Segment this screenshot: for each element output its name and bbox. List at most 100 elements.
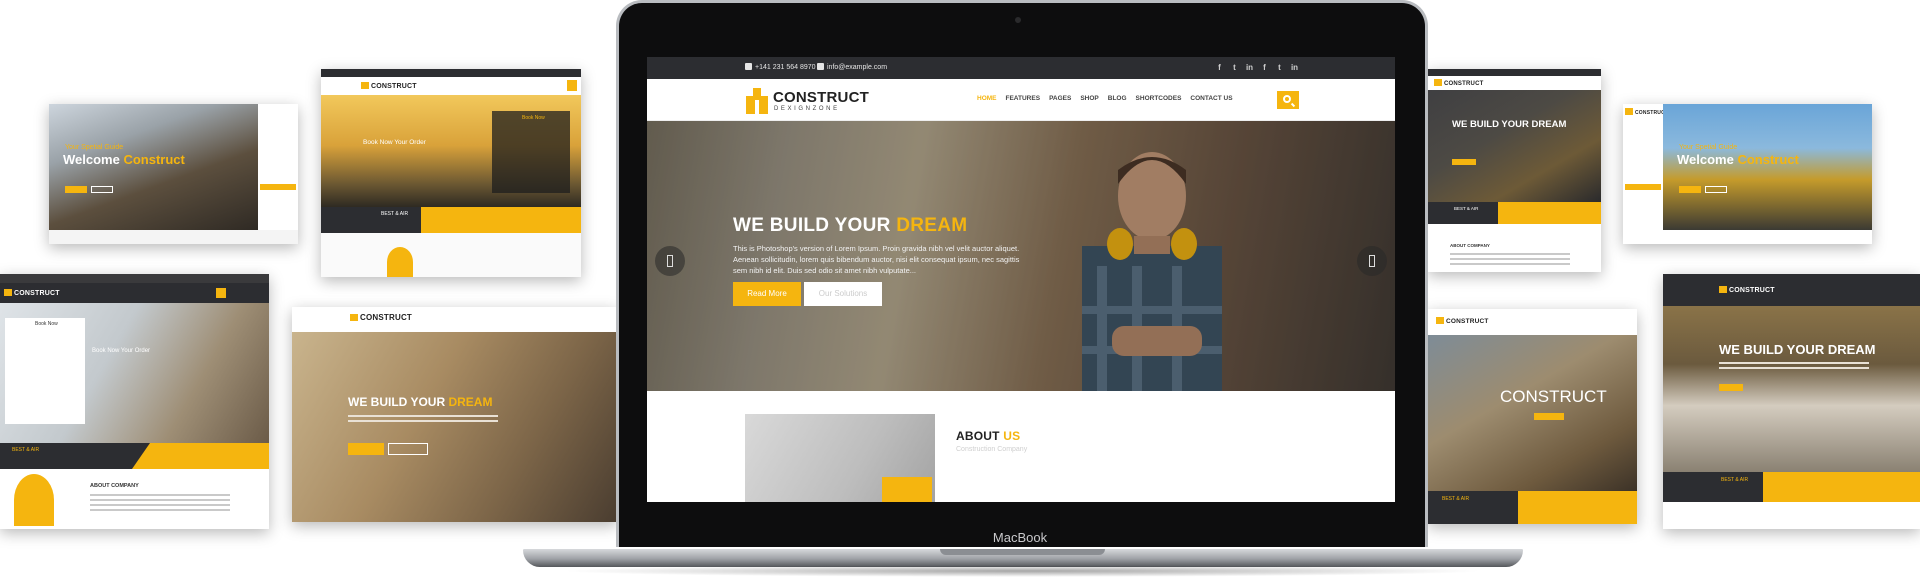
social-links: f t in f t in xyxy=(1215,62,1299,73)
worker-photo xyxy=(14,474,54,526)
preview-button-outline xyxy=(1705,186,1727,193)
form-title: Book Now xyxy=(522,115,545,121)
twitter-icon[interactable]: t xyxy=(1230,62,1239,73)
preview-button xyxy=(1534,413,1564,420)
logo-text[interactable]: CONSTRUCT xyxy=(773,89,869,106)
topbar-phone[interactable]: +141 231 564 8970 xyxy=(745,63,816,71)
topbar-email[interactable]: info@example.com xyxy=(817,63,887,71)
linkedin-icon[interactable]: in xyxy=(1290,62,1299,73)
preview-logo: CONSTRUCT xyxy=(4,289,60,297)
nav-item-features[interactable]: FEATURES xyxy=(1006,95,1041,102)
search-icon xyxy=(1283,95,1291,103)
chevron-right-icon xyxy=(1369,255,1375,267)
booking-form: Book Now xyxy=(5,318,85,424)
hero-title: WE BUILD YOUR DREAM xyxy=(733,215,968,236)
preview-title: Book Now Your Order xyxy=(363,139,426,146)
preview-navbar: CONSTRUCT xyxy=(1428,76,1601,90)
preview-logo: CONSTRUCT xyxy=(350,313,412,322)
about-accent-block xyxy=(882,477,932,502)
about-subtitle: Construction Company xyxy=(956,446,1028,453)
preview-logo: CONSTRUCT xyxy=(1625,108,1668,116)
nav-item-pages[interactable]: PAGES xyxy=(1049,95,1071,102)
preview-button xyxy=(65,186,87,193)
worker-photo xyxy=(387,247,413,277)
preview-title: Welcome Construct xyxy=(63,152,185,167)
hero-photo xyxy=(1663,306,1920,472)
preview-book-now: CONSTRUCT Book Now Your Order Book Now B… xyxy=(321,69,581,277)
phone-icon xyxy=(745,63,752,70)
device-label: MacBook xyxy=(992,530,1048,545)
preview-we-build-far-right: CONSTRUCT WE BUILD YOUR DREAM BEST & AIR xyxy=(1663,274,1920,529)
preview-topbar xyxy=(1428,69,1601,76)
about-title: ABOUT US xyxy=(956,429,1021,443)
nav-item-home[interactable]: HOME xyxy=(977,95,997,102)
preview-button xyxy=(1679,186,1701,193)
hero-photo xyxy=(1428,90,1601,202)
hero-photo xyxy=(1428,335,1637,491)
about-title: ABOUT COMPANY xyxy=(90,483,139,489)
preview-title: WE BUILD YOUR DREAM xyxy=(1719,342,1876,357)
laptop-shadow xyxy=(560,565,1485,577)
preview-title: WE BUILD YOUR DREAM xyxy=(1452,119,1567,130)
preview-button xyxy=(1719,384,1743,391)
preview-button xyxy=(348,443,384,455)
logo-subtext: DEXIGNZONE xyxy=(774,106,840,112)
preview-welcome-right: CONSTRUCT Your Spetial Guide Welcome Con… xyxy=(1623,104,1872,244)
preview-logo: CONSTRUCT xyxy=(1436,317,1489,325)
preview-navbar: CONSTRUCT xyxy=(0,283,269,303)
preview-navbar: CONSTRUCT xyxy=(292,307,617,332)
twitter-icon[interactable]: t xyxy=(1275,62,1284,73)
nav-item-blog[interactable]: BLOG xyxy=(1108,95,1127,102)
preview-subtitle: Your Spetial Guide xyxy=(65,144,124,151)
cta-label: BEST & AIR xyxy=(1454,206,1479,211)
facebook-icon[interactable]: f xyxy=(1215,62,1224,73)
logo-icon[interactable] xyxy=(746,88,768,114)
preview-title: WE BUILD YOUR DREAM xyxy=(348,395,493,409)
preview-navbar: CONSTRUCT xyxy=(1428,309,1637,335)
preview-subtitle: Your Spetial Guide xyxy=(1679,144,1738,151)
site-navbar: CONSTRUCT DEXIGNZONE HOME FEATURES PAGES… xyxy=(647,79,1395,121)
hero-description: This is Photoshop's version of Lorem Ips… xyxy=(733,244,1020,275)
camera-icon xyxy=(1015,17,1021,23)
cta-label: BEST & AIR xyxy=(381,211,409,217)
cta-label: BEST & AIR xyxy=(12,447,40,453)
preview-topbar xyxy=(0,274,269,283)
preview-button xyxy=(1452,159,1476,165)
hero-photo xyxy=(292,332,617,522)
linkedin-icon[interactable]: in xyxy=(1245,62,1254,73)
preview-topbar xyxy=(321,69,581,77)
preview-logo: CONSTRUCT xyxy=(1434,79,1483,87)
chevron-left-icon xyxy=(667,255,673,267)
preview-title: Book Now Your Order xyxy=(92,348,151,354)
nav-item-contact[interactable]: CONTACT US xyxy=(1190,95,1232,102)
main-menu: HOME FEATURES PAGES SHOP BLOG SHORTCODES… xyxy=(977,95,1233,102)
slider-prev-arrow[interactable] xyxy=(655,246,685,276)
preview-navbar: CONSTRUCT xyxy=(1663,274,1920,306)
about-title: ABOUT COMPANY xyxy=(1450,243,1490,248)
our-solutions-button[interactable]: Our Solutions xyxy=(804,282,882,306)
slider-next-arrow[interactable] xyxy=(1357,246,1387,276)
preview-title: CONSTRUCT xyxy=(1500,387,1607,406)
nav-item-shop[interactable]: SHOP xyxy=(1080,95,1098,102)
laptop-notch xyxy=(940,549,1105,555)
hero-photo xyxy=(49,104,258,230)
read-more-button[interactable]: Read More xyxy=(733,282,801,306)
site-topbar: +141 231 564 8970 info@example.com f t i… xyxy=(647,57,1395,79)
search-button[interactable] xyxy=(1277,91,1299,109)
laptop-screen: +141 231 564 8970 info@example.com f t i… xyxy=(647,57,1395,502)
preview-we-build-right: CONSTRUCT WE BUILD YOUR DREAM BEST & AIR… xyxy=(1428,69,1601,272)
nav-item-shortcodes[interactable]: SHORTCODES xyxy=(1136,95,1182,102)
preview-button-outline xyxy=(91,186,113,193)
mail-icon xyxy=(817,63,824,70)
preview-company: CONSTRUCT Book Now Book Now Your Order B… xyxy=(0,274,269,529)
preview-title: Welcome Construct xyxy=(1677,152,1799,167)
preview-button-outline xyxy=(388,443,428,455)
hero-slider: WE BUILD YOUR DREAM This is Photoshop's … xyxy=(647,121,1395,391)
preview-welcome-left: Your Spetial Guide Welcome Construct xyxy=(49,104,298,244)
hero-photo xyxy=(1663,104,1872,230)
showcase-stage: Your Spetial Guide Welcome Construct CON… xyxy=(0,0,1920,584)
preview-logo: CONSTRUCT xyxy=(1719,286,1775,294)
form-title: Book Now xyxy=(35,321,58,327)
facebook-icon[interactable]: f xyxy=(1260,62,1269,73)
side-menu-panel: CONSTRUCT xyxy=(1623,104,1668,230)
